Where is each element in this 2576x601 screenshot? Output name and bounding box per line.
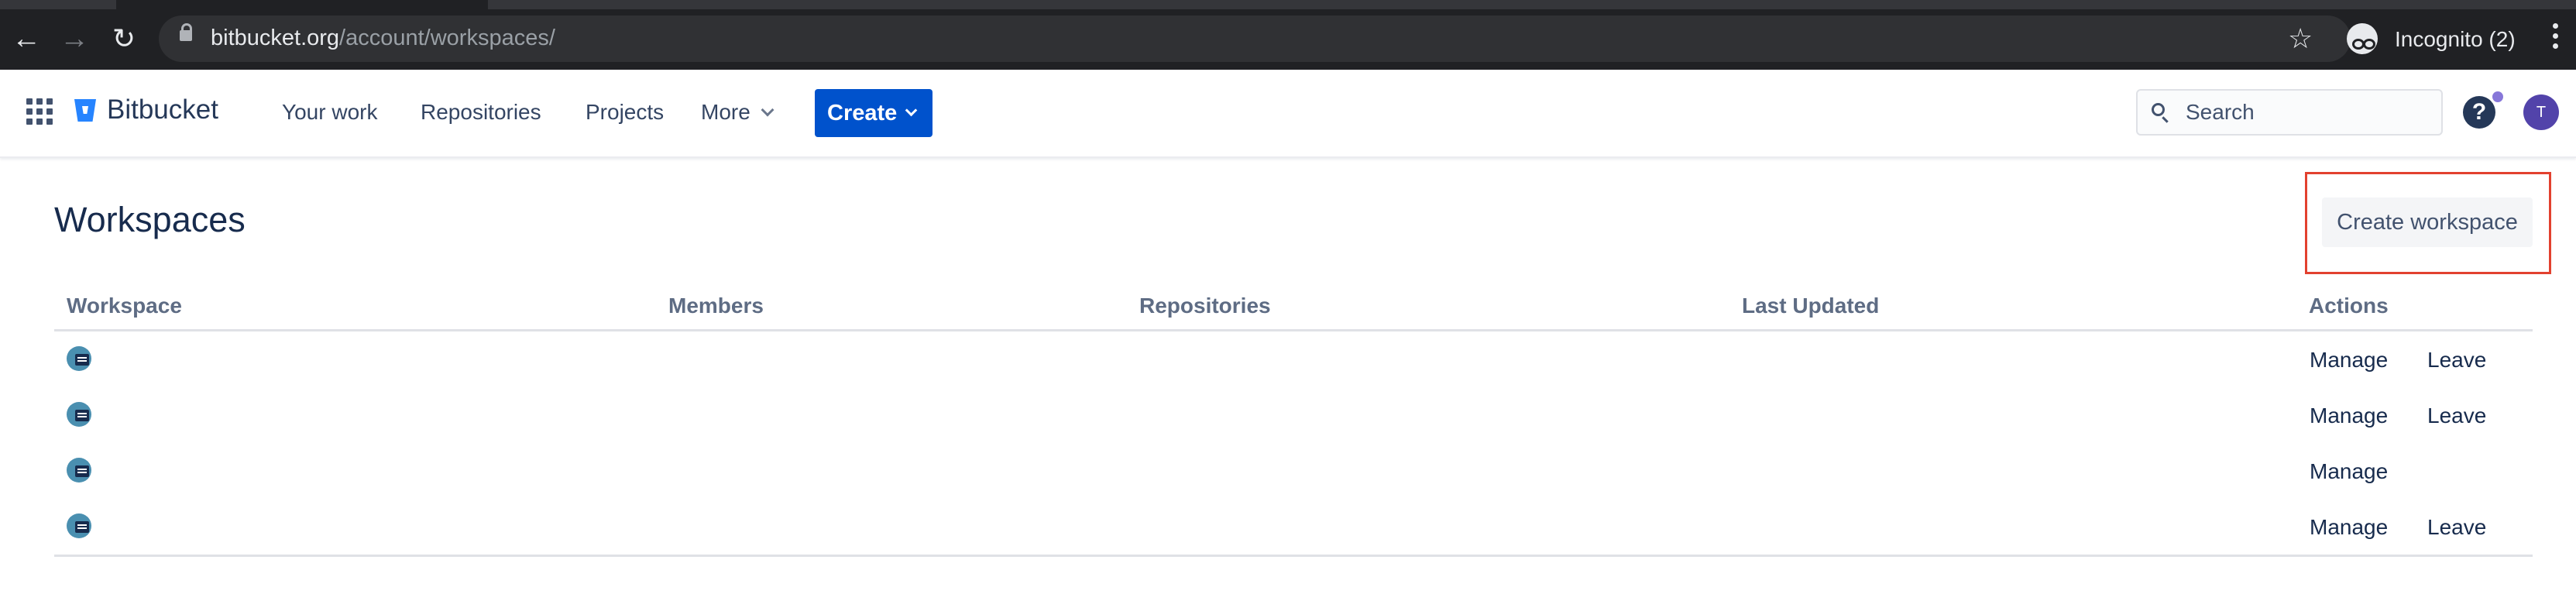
- manage-link[interactable]: Manage: [2310, 404, 2388, 428]
- nav-projects[interactable]: Projects: [586, 100, 664, 125]
- manage-link[interactable]: Manage: [2310, 348, 2388, 373]
- leave-link[interactable]: Leave: [2427, 348, 2486, 373]
- table-bottom-divider: [54, 555, 2533, 557]
- url-path: /account/workspaces/: [339, 26, 555, 50]
- url-host: bitbucket.org: [211, 26, 340, 50]
- help-icon[interactable]: ?: [2463, 96, 2495, 129]
- create-workspace-button[interactable]: Create workspace: [2322, 197, 2533, 247]
- nav-more-label: More: [701, 100, 750, 124]
- user-avatar[interactable]: T: [2523, 94, 2559, 130]
- workspace-avatar-icon[interactable]: [67, 346, 91, 371]
- product-name[interactable]: Bitbucket: [107, 94, 218, 125]
- reload-icon[interactable]: ↻: [107, 22, 141, 56]
- notification-dot: [2492, 91, 2503, 102]
- manage-link[interactable]: Manage: [2310, 515, 2388, 540]
- search-input[interactable]: [2184, 94, 2435, 131]
- browser-menu-icon[interactable]: [2553, 23, 2559, 54]
- chevron-down-icon: [905, 104, 918, 117]
- back-arrow-icon[interactable]: ←: [9, 22, 43, 56]
- browser-tab[interactable]: [116, 0, 488, 9]
- incognito-label[interactable]: Incognito (2): [2395, 27, 2516, 52]
- leave-link[interactable]: Leave: [2427, 404, 2486, 428]
- leave-link[interactable]: Leave: [2427, 515, 2486, 540]
- bookmark-star-icon[interactable]: ☆: [2288, 22, 2313, 56]
- lock-icon[interactable]: [180, 23, 192, 41]
- column-header-workspace[interactable]: Workspace: [67, 294, 182, 318]
- create-button[interactable]: Create: [815, 89, 933, 137]
- column-header-members[interactable]: Members: [668, 294, 764, 318]
- nav-more[interactable]: More: [701, 100, 775, 125]
- table-header-divider: [54, 329, 2533, 331]
- column-header-last-updated[interactable]: Last Updated: [1742, 294, 1879, 318]
- chevron-down-icon: [761, 103, 775, 117]
- column-header-actions: Actions: [2309, 294, 2389, 318]
- nav-repositories[interactable]: Repositories: [421, 100, 541, 125]
- create-button-label: Create: [827, 101, 898, 125]
- forward-arrow-icon[interactable]: →: [57, 22, 91, 56]
- page-title: Workspaces: [54, 200, 246, 239]
- address-url[interactable]: bitbucket.org/account/workspaces/: [211, 26, 555, 51]
- bitbucket-logo-icon[interactable]: [73, 96, 98, 124]
- search-icon: [2152, 103, 2165, 116]
- app-switcher-icon[interactable]: [26, 98, 53, 125]
- incognito-icon[interactable]: [2347, 23, 2378, 54]
- manage-link[interactable]: Manage: [2310, 459, 2388, 484]
- column-header-repositories[interactable]: Repositories: [1139, 294, 1271, 318]
- workspace-avatar-icon[interactable]: [67, 458, 91, 483]
- workspace-avatar-icon[interactable]: [67, 402, 91, 427]
- workspace-avatar-icon[interactable]: [67, 513, 91, 538]
- nav-your-work[interactable]: Your work: [282, 100, 377, 125]
